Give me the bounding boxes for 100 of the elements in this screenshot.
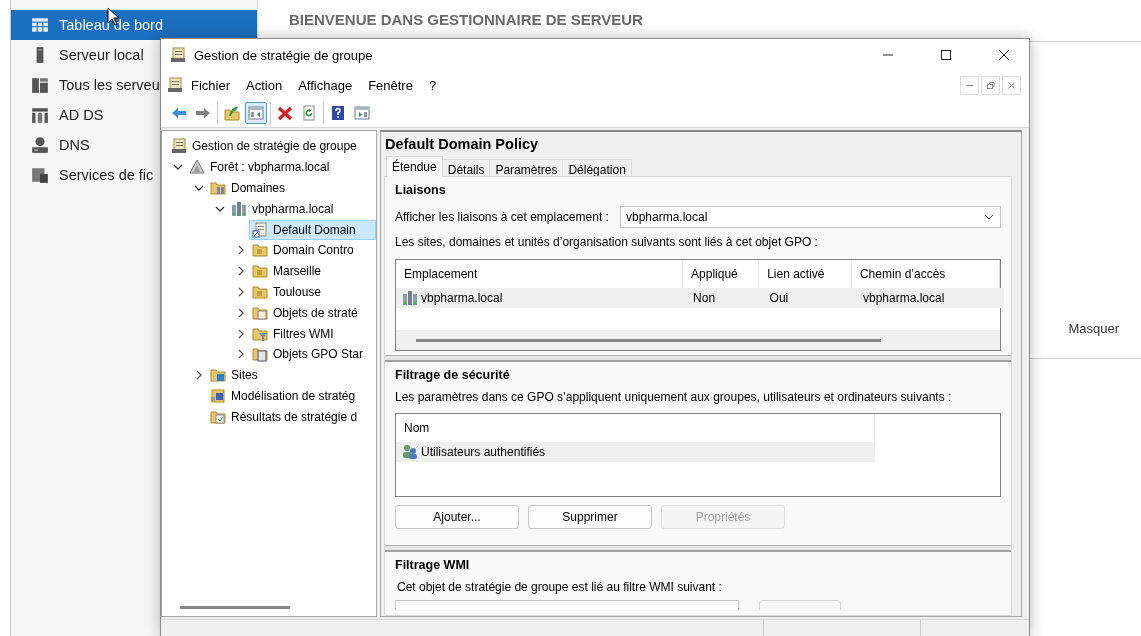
directory-icon	[31, 106, 49, 124]
tree-item[interactable]: Gestion de stratégie de groupe	[168, 136, 376, 157]
delete-icon	[277, 105, 293, 121]
tree-item[interactable]: Filtres WMI	[249, 323, 376, 344]
section-heading: Liaisons	[395, 183, 447, 199]
table-cell-text: Oui	[768, 291, 790, 305]
table-cell-text: Non	[692, 291, 717, 305]
chevron-down-icon[interactable]	[215, 205, 225, 212]
table-cell-text: vbpharma.local	[862, 291, 946, 305]
chevron-right-icon[interactable]	[238, 245, 244, 256]
chevron-right-icon[interactable]	[238, 307, 244, 318]
tree-item[interactable]: Objets de straté	[249, 302, 376, 323]
tree-item[interactable]: Domaines	[207, 178, 376, 198]
folder-icon	[210, 367, 226, 384]
window-title: Gestion de stratégie de groupe	[194, 47, 374, 63]
scroll-icon	[171, 138, 187, 155]
nav-item[interactable]: Tous les serveu	[11, 70, 162, 100]
server-rack-icon	[231, 200, 247, 217]
action-button[interactable]: Ajouter...	[395, 505, 519, 529]
action-button[interactable]: Supprimer	[528, 505, 652, 529]
folder-icon	[252, 304, 268, 321]
refresh-icon	[301, 105, 317, 121]
modeling-icon	[210, 387, 226, 404]
child-restore-button[interactable]	[981, 75, 1000, 95]
description-text: Les sites, domaines et unités d’organisation suivants sont liés à cet objet GPO :	[395, 235, 819, 249]
scroll-icon[interactable]	[167, 77, 183, 93]
table-row[interactable]: Utilisateurs authentifiés	[396, 442, 875, 462]
menu-item[interactable]: Fichier	[183, 74, 238, 96]
chevron-right-icon[interactable]	[238, 328, 244, 339]
console-tree-icon	[248, 105, 264, 121]
tree-item[interactable]: Modélisation de stratég	[207, 385, 376, 406]
close-icon	[998, 49, 1010, 61]
chevron-down-icon[interactable]	[173, 164, 183, 171]
tree-item[interactable]: Résultats de stratégie d	[207, 406, 376, 427]
grid-icon	[31, 16, 49, 34]
chevron-down-icon	[984, 214, 994, 220]
tab[interactable]: Délégation	[562, 159, 632, 177]
filter-folder-icon	[252, 325, 268, 342]
chevron-right-icon[interactable]	[238, 349, 244, 360]
servers-icon	[31, 76, 49, 94]
chevron-right-icon[interactable]	[238, 286, 244, 297]
menu-item[interactable]: Affichage	[290, 74, 361, 96]
nav-item[interactable]: Tableau de bord	[11, 10, 257, 40]
close-icon	[1007, 80, 1016, 90]
field-label: Afficher les liaisons à cet emplacement :	[395, 210, 609, 224]
restore-icon	[986, 80, 995, 90]
tree-item[interactable]: Sites	[207, 365, 376, 386]
splitter[interactable]	[385, 545, 1011, 552]
users-icon	[402, 444, 418, 460]
tree-item[interactable]: vbpharma.local	[228, 198, 376, 219]
chevron-down-icon[interactable]	[194, 185, 204, 191]
dns-icon	[31, 136, 49, 154]
report-icon	[210, 408, 226, 425]
section-heading: Filtrage de sécurité	[395, 368, 511, 384]
tab[interactable]: Détails	[441, 159, 491, 177]
folder-icon	[210, 180, 226, 196]
table-row[interactable]: vbpharma.local Non Oui vbpharma.local	[396, 288, 1004, 308]
tree-item[interactable]: Forêt : vbpharma.local	[186, 157, 376, 178]
pyramid-icon	[189, 159, 205, 176]
tree-item[interactable]: Default Domain	[249, 219, 376, 240]
minimize-icon	[966, 84, 973, 86]
nav-item[interactable]: Serveur local	[11, 40, 146, 70]
chevron-right-icon[interactable]	[238, 266, 244, 277]
nav-item[interactable]: Services de fic	[11, 160, 156, 190]
folder-icon	[252, 242, 268, 259]
scrollbar-thumb[interactable]	[180, 606, 290, 609]
forward-icon	[195, 105, 211, 121]
menu-item[interactable]: Fenêtre	[360, 74, 421, 96]
description-text: Les paramètres dans ce GPO s’appliquent uniquement aux groupes, utilisateurs et ordinateurs suivants :	[395, 390, 953, 404]
scroll-icon	[170, 47, 186, 63]
scrollbar-thumb[interactable]	[416, 338, 881, 342]
maximize-icon	[940, 49, 952, 61]
help-icon	[330, 105, 346, 121]
back-icon	[171, 105, 187, 121]
hide-link[interactable]: Masquer	[1068, 321, 1119, 336]
document-icon	[252, 221, 268, 238]
tree-item[interactable]: Toulouse	[249, 281, 376, 302]
panel-icon	[354, 105, 370, 121]
chevron-right-icon[interactable]	[196, 370, 202, 381]
policy-title: Default Domain Policy	[384, 136, 540, 154]
tab[interactable]: Étendue	[386, 156, 443, 177]
section-heading: Filtrage WMI	[395, 558, 471, 574]
file-server-icon	[31, 166, 49, 184]
tree-item[interactable]: Domain Contro	[249, 240, 376, 261]
server-rack-icon	[402, 290, 418, 306]
folder-icon	[252, 263, 268, 280]
page-heading: BIENVENUE DANS GESTIONNAIRE DE SERVEUR	[288, 10, 644, 30]
table-cell: vbpharma.local	[396, 290, 686, 306]
nav-item[interactable]: DNS	[11, 130, 92, 160]
folder-up-icon	[224, 105, 240, 121]
folder-icon	[252, 346, 268, 363]
menu-item[interactable]: ?	[420, 74, 445, 96]
tab[interactable]: Paramètres	[489, 159, 564, 177]
menu-item[interactable]: Action	[238, 74, 291, 96]
tree-item[interactable]: Marseille	[249, 261, 376, 282]
child-close-button[interactable]	[1002, 75, 1021, 95]
splitter[interactable]	[385, 355, 1011, 362]
location-dropdown[interactable]: vbpharma.local	[620, 206, 1001, 228]
nav-item[interactable]: AD DS	[11, 100, 106, 130]
tree-item[interactable]: Objets GPO Star	[249, 344, 376, 365]
